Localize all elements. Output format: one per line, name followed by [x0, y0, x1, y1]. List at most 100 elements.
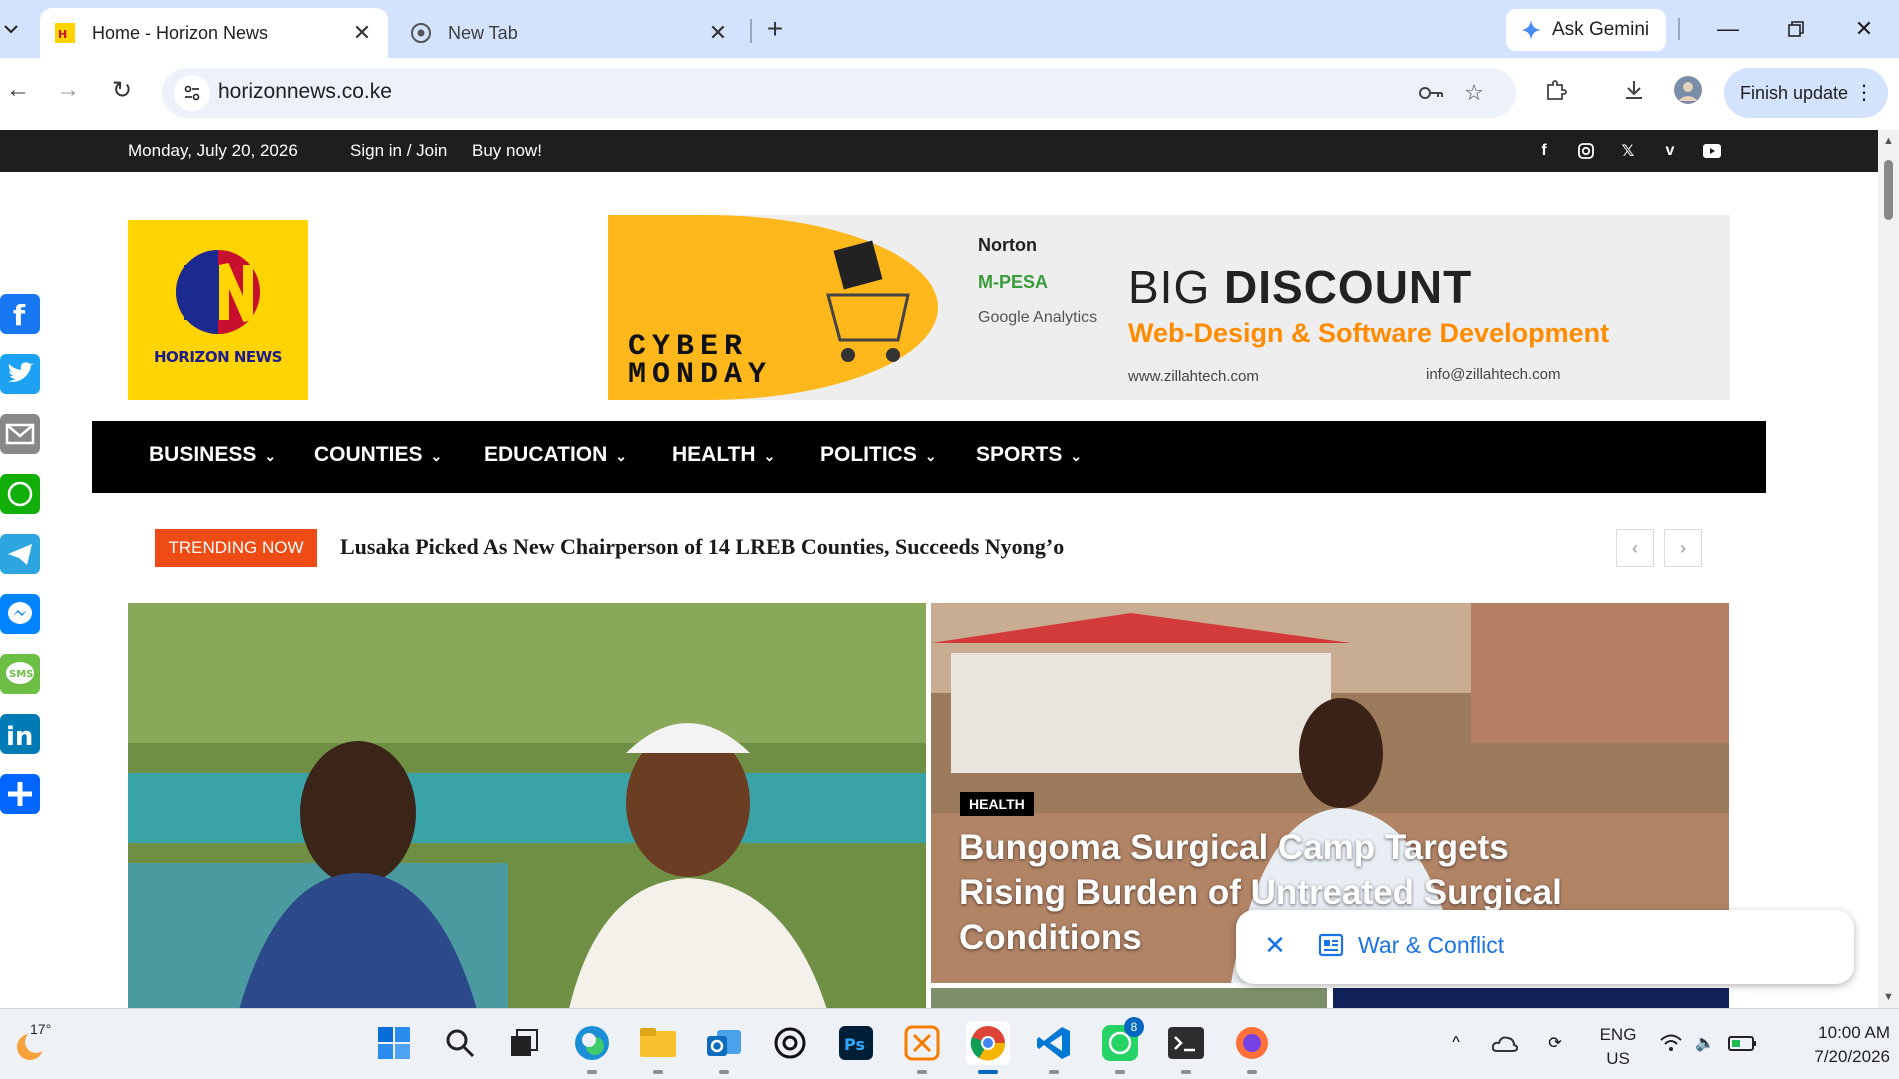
shopping-cart-icon — [826, 240, 910, 362]
article-thumbnail[interactable] — [931, 988, 1327, 1008]
toast-topic-label[interactable]: War & Conflict — [1358, 932, 1504, 959]
share-twitter-icon[interactable] — [0, 350, 40, 398]
outlook-icon[interactable] — [702, 1021, 746, 1074]
share-linkedin-icon[interactable]: in — [0, 710, 40, 758]
file-explorer-icon[interactable] — [636, 1021, 680, 1074]
buy-now-link[interactable]: Buy now! — [472, 141, 542, 161]
clock-date: 7/20/2026 — [1814, 1047, 1890, 1066]
scroll-up-icon[interactable]: ▲ — [1882, 134, 1895, 147]
share-messenger-icon[interactable] — [0, 590, 40, 638]
extensions-puzzle-icon[interactable] — [1538, 72, 1574, 108]
close-icon[interactable]: ✕ — [1260, 930, 1290, 960]
chrome-favicon-icon — [410, 22, 432, 44]
profile-avatar[interactable] — [1670, 72, 1706, 108]
download-icon[interactable] — [1616, 72, 1652, 108]
task-view-icon[interactable] — [502, 1021, 546, 1065]
nav-item-sports[interactable]: SPORTS ⌄ — [976, 443, 1082, 467]
input-language-indicator[interactable]: ENG US — [1596, 1023, 1640, 1071]
chatgpt-icon[interactable] — [768, 1021, 812, 1065]
trending-headline-link[interactable]: Lusaka Picked As New Chairperson of 14 L… — [340, 534, 1064, 560]
bookmark-star-icon[interactable]: ☆ — [1459, 78, 1489, 108]
wifi-icon[interactable] — [1656, 1021, 1686, 1065]
share-sms-icon[interactable]: SMS — [0, 650, 40, 698]
system-clock[interactable]: 10:00 AM 7/20/2026 — [1780, 1021, 1890, 1069]
facebook-icon[interactable]: f — [1532, 139, 1556, 163]
topic-notification-toast[interactable]: ✕ War & Conflict — [1236, 910, 1854, 984]
banner-headline: BIG DISCOUNT — [1128, 260, 1472, 314]
restore-icon[interactable] — [1776, 12, 1816, 46]
share-telegram-icon[interactable] — [0, 530, 40, 578]
chrome-icon[interactable] — [966, 1021, 1010, 1074]
nav-item-counties[interactable]: COUNTIES ⌄ — [314, 443, 442, 467]
whatsapp-icon[interactable]: 8 — [1098, 1017, 1144, 1074]
new-tab-plus-icon[interactable]: + — [760, 13, 790, 44]
photoshop-icon[interactable]: Ps — [834, 1021, 878, 1065]
trending-next-icon[interactable]: › — [1664, 529, 1702, 567]
nav-item-health[interactable]: HEALTH ⌄ — [672, 443, 775, 467]
search-icon[interactable] — [438, 1021, 482, 1065]
tab-title: New Tab — [448, 22, 518, 43]
tab-new-tab[interactable]: New Tab ✕ — [396, 8, 744, 58]
advertisement-banner[interactable]: CYBER MONDAY Norton M-PESA Google Analyt… — [608, 215, 1730, 400]
logo-text: HORIZON NEWS — [154, 348, 283, 366]
svg-text:in: in — [6, 722, 33, 752]
scroll-thumb[interactable] — [1884, 160, 1893, 220]
share-whatsapp-icon[interactable] — [0, 470, 40, 518]
trending-prev-icon[interactable]: ‹ — [1616, 529, 1654, 567]
menu-kebab-icon[interactable]: ⋮ — [1854, 80, 1874, 105]
password-key-icon[interactable] — [1416, 78, 1446, 108]
reload-icon[interactable]: ↻ — [104, 72, 140, 108]
url-text[interactable]: horizonnews.co.ke — [218, 80, 392, 104]
nav-item-business[interactable]: BUSINESS ⌄ — [149, 443, 276, 467]
running-indicator — [1049, 1070, 1059, 1074]
edge-browser-icon[interactable] — [570, 1021, 614, 1074]
page-scrollbar[interactable]: ▲ ▼ — [1878, 130, 1899, 1008]
finish-update-label: Finish update — [1740, 82, 1849, 103]
share-more-icon[interactable] — [0, 770, 40, 818]
windows-start-icon[interactable] — [372, 1021, 416, 1065]
tab-search-chevron-icon[interactable] — [0, 14, 22, 44]
forward-arrow-icon[interactable]: → — [50, 72, 86, 108]
share-facebook-icon[interactable]: f — [0, 290, 40, 338]
firefox-icon[interactable] — [1230, 1021, 1274, 1074]
running-indicator — [1247, 1070, 1257, 1074]
tab-home-horizon-news[interactable]: H Home - Horizon News ✕ — [40, 8, 388, 58]
nav-item-label: EDUCATION — [484, 443, 608, 466]
volume-icon[interactable]: 🔈 — [1690, 1021, 1720, 1065]
battery-charging-icon[interactable] — [1726, 1021, 1760, 1065]
chevron-down-icon: ⌄ — [264, 448, 277, 464]
instagram-icon[interactable] — [1574, 139, 1598, 163]
sync-icon[interactable]: ⟳ — [1540, 1021, 1570, 1065]
terminal-icon[interactable] — [1164, 1021, 1208, 1074]
site-top-bar: Monday, July 20, 2026 Sign in / Join Buy… — [0, 130, 1878, 172]
language-code: ENG — [1599, 1025, 1637, 1044]
banner-brand-list: Norton M-PESA Google Analytics — [978, 235, 1108, 343]
show-hidden-icons-chevron-icon[interactable]: ^ — [1442, 1021, 1470, 1065]
nav-item-politics[interactable]: POLITICS ⌄ — [820, 443, 937, 467]
minimize-icon[interactable]: — — [1708, 12, 1748, 46]
category-badge-health[interactable]: HEALTH — [960, 792, 1034, 816]
close-tab-icon[interactable]: ✕ — [350, 20, 374, 45]
ask-gemini-button[interactable]: Ask Gemini — [1506, 9, 1666, 51]
nav-item-education[interactable]: EDUCATION ⌄ — [484, 443, 627, 467]
youtube-icon[interactable] — [1700, 139, 1724, 163]
vimeo-icon[interactable]: v — [1658, 139, 1682, 163]
article-thumbnail[interactable] — [1333, 988, 1729, 1008]
tab-divider — [750, 19, 752, 43]
onedrive-cloud-icon[interactable] — [1490, 1021, 1520, 1065]
banner-email: info@zillahtech.com — [1426, 366, 1561, 383]
close-tab-icon[interactable]: ✕ — [706, 20, 730, 45]
xampp-icon[interactable] — [900, 1021, 944, 1074]
signin-link[interactable]: Sign in / Join — [350, 141, 447, 161]
back-arrow-icon[interactable]: ← — [0, 72, 36, 108]
featured-article-image-left[interactable] — [128, 603, 926, 1008]
address-bar[interactable]: horizonnews.co.ke ☆ — [162, 68, 1516, 118]
finish-update-button[interactable]: Finish update ⋮ — [1724, 68, 1888, 118]
close-window-icon[interactable]: ✕ — [1844, 12, 1884, 46]
vscode-icon[interactable] — [1032, 1021, 1076, 1074]
scroll-down-icon[interactable]: ▼ — [1882, 990, 1895, 1003]
site-info-tune-icon[interactable] — [174, 75, 210, 111]
site-logo[interactable]: HORIZON NEWS — [128, 220, 308, 400]
share-email-icon[interactable] — [0, 410, 40, 458]
x-icon[interactable]: 𝕏 — [1616, 139, 1640, 163]
